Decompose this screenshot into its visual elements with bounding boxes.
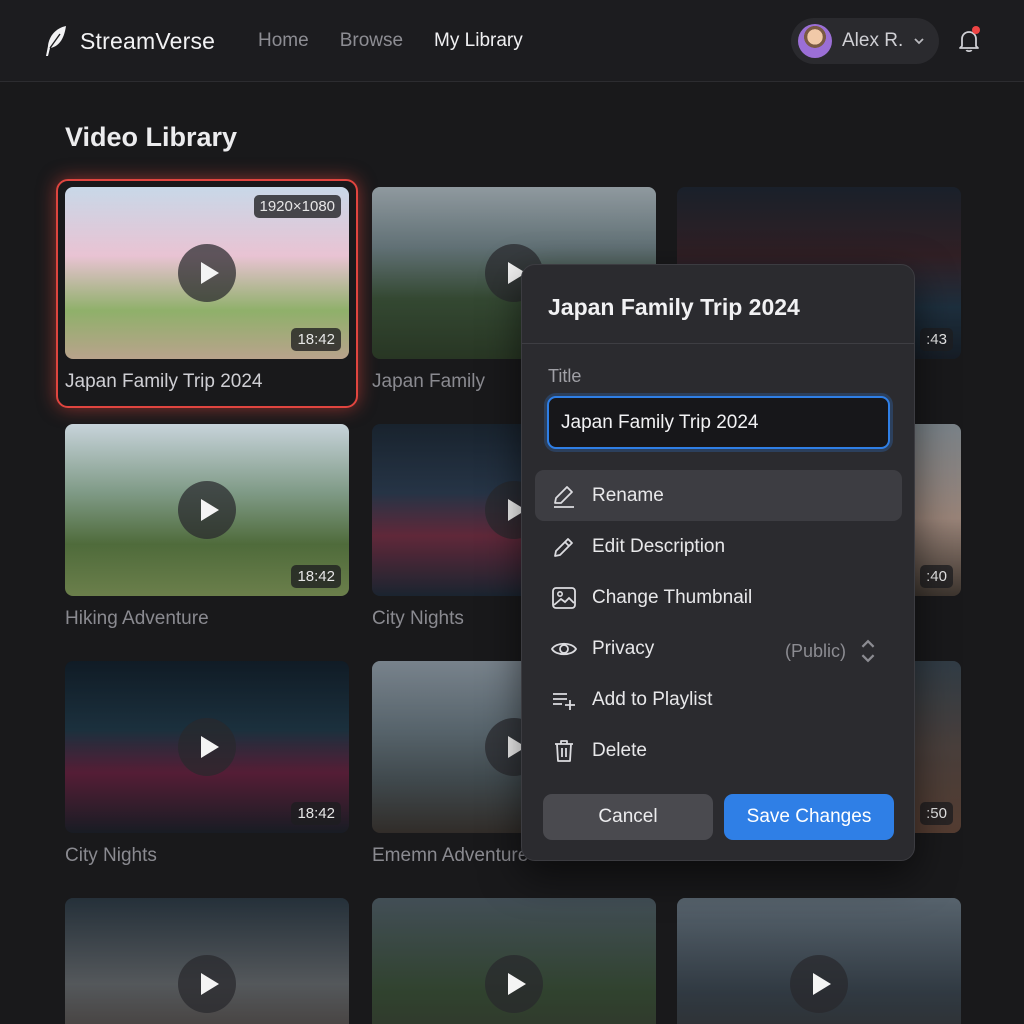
video-title[interactable]: City Nights bbox=[65, 845, 349, 867]
play-icon[interactable] bbox=[178, 955, 236, 1013]
nav-my-library[interactable]: My Library bbox=[434, 30, 523, 52]
menu-item-delete[interactable]: Delete bbox=[535, 725, 902, 776]
chevron-down-icon bbox=[914, 38, 924, 45]
nav-browse[interactable]: Browse bbox=[340, 30, 403, 52]
video-thumbnail[interactable] bbox=[65, 898, 349, 1024]
menu-item-label: Rename bbox=[592, 484, 664, 506]
menu-item-label: Privacy bbox=[592, 637, 655, 659]
top-bar: StreamVerse Home Browse My Library Alex … bbox=[0, 0, 1024, 82]
playlist-add-icon bbox=[553, 692, 575, 710]
image-icon bbox=[552, 586, 576, 609]
menu-item-add-to-playlist[interactable]: Add to Playlist bbox=[535, 674, 902, 725]
video-title[interactable]: Hiking Adventure bbox=[65, 608, 349, 630]
user-menu-button[interactable]: Alex R. bbox=[791, 18, 939, 64]
video-thumbnail[interactable] bbox=[677, 898, 961, 1024]
duration-badge: 18:42 bbox=[291, 328, 341, 351]
video-thumbnail[interactable]: 1920×1080 18:42 bbox=[65, 187, 349, 359]
play-icon[interactable] bbox=[485, 955, 543, 1013]
video-title[interactable]: Japan Family Trip 2024 bbox=[65, 371, 349, 393]
menu-item-change-thumbnail[interactable]: Change Thumbnail bbox=[535, 572, 902, 623]
pencil-icon bbox=[554, 537, 573, 557]
menu-item-label: Edit Description bbox=[592, 535, 726, 557]
menu-item-edit-description[interactable]: Edit Description bbox=[535, 521, 902, 572]
dialog-title: Japan Family Trip 2024 bbox=[548, 294, 800, 320]
chevron-up-down-icon bbox=[861, 639, 875, 663]
play-icon[interactable] bbox=[178, 481, 236, 539]
duration-badge: :43 bbox=[920, 328, 953, 351]
menu-item-label: Delete bbox=[592, 739, 647, 761]
resolution-badge: 1920×1080 bbox=[253, 195, 341, 218]
video-card[interactable] bbox=[372, 898, 656, 1024]
menu-item-label: Add to Playlist bbox=[592, 688, 713, 710]
play-icon[interactable] bbox=[178, 244, 236, 302]
eye-icon bbox=[550, 642, 578, 655]
play-icon[interactable] bbox=[178, 718, 236, 776]
video-thumbnail[interactable]: 18:42 bbox=[65, 661, 349, 833]
user-name: Alex R. bbox=[842, 30, 904, 51]
trash-icon bbox=[555, 739, 573, 762]
title-input[interactable] bbox=[547, 396, 890, 449]
video-card[interactable]: 18:42 City Nights bbox=[65, 661, 349, 867]
avatar bbox=[798, 24, 832, 58]
duration-badge: :50 bbox=[920, 802, 953, 825]
video-card[interactable]: 1920×1080 18:42 Japan Family Trip 2024 bbox=[65, 187, 349, 393]
privacy-value: (Public) bbox=[784, 640, 846, 661]
video-thumbnail[interactable] bbox=[372, 898, 656, 1024]
title-field-label: Title bbox=[548, 366, 582, 386]
duration-badge: 18:42 bbox=[291, 802, 341, 825]
duration-badge: 18:42 bbox=[291, 565, 341, 588]
menu-item-label: Change Thumbnail bbox=[592, 586, 753, 608]
options-menu: Rename Edit Description Change Thumbnail… bbox=[535, 470, 902, 776]
notification-badge bbox=[972, 26, 980, 34]
save-changes-button[interactable]: Save Changes bbox=[724, 794, 894, 840]
video-card[interactable]: 18:42 Hiking Adventure bbox=[65, 424, 349, 630]
video-thumbnail[interactable]: 18:42 bbox=[65, 424, 349, 596]
pen-icon bbox=[554, 485, 574, 508]
app-window: StreamVerse Home Browse My Library Alex … bbox=[0, 0, 1024, 1024]
privacy-select[interactable]: (Public) bbox=[785, 637, 882, 665]
duration-badge: :40 bbox=[920, 565, 953, 588]
video-options-dialog: Japan Family Trip 2024 Title Rename Edit… bbox=[521, 264, 915, 861]
cancel-button[interactable]: Cancel bbox=[543, 794, 713, 840]
page-title: Video Library bbox=[65, 122, 238, 152]
play-icon[interactable] bbox=[790, 955, 848, 1013]
video-card[interactable] bbox=[677, 898, 961, 1024]
divider bbox=[522, 343, 914, 344]
main-nav: Home Browse My Library bbox=[258, 30, 523, 52]
feather-icon bbox=[46, 26, 66, 56]
menu-item-rename[interactable]: Rename bbox=[535, 470, 902, 521]
nav-home[interactable]: Home bbox=[258, 30, 309, 52]
logo[interactable]: StreamVerse bbox=[42, 24, 215, 58]
menu-item-privacy[interactable]: Privacy (Public) bbox=[535, 623, 902, 674]
video-card[interactable] bbox=[65, 898, 349, 1024]
app-name: StreamVerse bbox=[80, 27, 216, 54]
